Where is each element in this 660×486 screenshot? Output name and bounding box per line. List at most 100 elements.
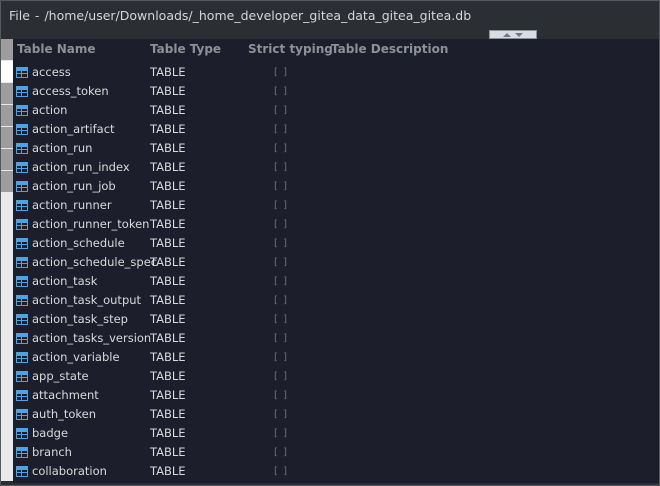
- table-row[interactable]: collaboration TABLE [ ]: [13, 462, 659, 481]
- strict-typing-checkbox[interactable]: [ ]: [274, 101, 288, 120]
- table-type-cell: TABLE: [150, 217, 186, 231]
- table-icon: [16, 124, 28, 135]
- table-row[interactable]: access TABLE [ ]: [13, 63, 659, 82]
- table-icon: [16, 314, 28, 325]
- table-name-cell: action_task_output: [32, 293, 142, 307]
- strict-typing-checkbox[interactable]: [ ]: [274, 234, 288, 253]
- table-type-cell: TABLE: [150, 255, 186, 269]
- table-type-cell: TABLE: [150, 445, 186, 459]
- table-row[interactable]: action_runner TABLE [ ]: [13, 196, 659, 215]
- table-icon: [16, 466, 28, 477]
- table-row[interactable]: app_state TABLE [ ]: [13, 367, 659, 386]
- strict-typing-checkbox[interactable]: [ ]: [274, 443, 288, 462]
- table-header: Table Name Table Type Strict typing Tabl…: [13, 39, 659, 59]
- table-icon: [16, 200, 28, 211]
- table-type-cell: TABLE: [150, 274, 186, 288]
- panel-splitter[interactable]: [489, 30, 537, 39]
- strict-typing-checkbox[interactable]: [ ]: [274, 215, 288, 234]
- column-header-table-name[interactable]: Table Name: [17, 39, 96, 59]
- strict-typing-checkbox[interactable]: [ ]: [274, 424, 288, 443]
- table-icon: [16, 409, 28, 420]
- table-list: access TABLE [ ] access_token TABLE [ ] acti…: [13, 63, 659, 481]
- strict-typing-checkbox[interactable]: [ ]: [274, 348, 288, 367]
- table-icon: [16, 238, 28, 249]
- arrow-up-icon[interactable]: [503, 32, 511, 37]
- table-name-cell: badge: [32, 426, 69, 440]
- side-row-marker: [1, 149, 13, 171]
- strict-typing-checkbox[interactable]: [ ]: [274, 291, 288, 310]
- side-row-marker: [1, 127, 13, 149]
- table-name-cell: auth_token: [32, 407, 97, 421]
- table-row[interactable]: action_task_output TABLE [ ]: [13, 291, 659, 310]
- table-icon: [16, 105, 28, 116]
- column-header-strict-typing[interactable]: Strict typing: [248, 39, 333, 59]
- side-row-marker: [1, 61, 13, 83]
- table-name-cell: action_artifact: [32, 122, 115, 136]
- table-row[interactable]: action TABLE [ ]: [13, 101, 659, 120]
- table-icon: [16, 86, 28, 97]
- table-row[interactable]: action_variable TABLE [ ]: [13, 348, 659, 367]
- table-icon: [16, 371, 28, 382]
- table-icon: [16, 295, 28, 306]
- table-name-cell: app_state: [32, 369, 89, 383]
- strict-typing-checkbox[interactable]: [ ]: [274, 158, 288, 177]
- table-type-cell: TABLE: [150, 141, 186, 155]
- file-menu[interactable]: File: [9, 8, 30, 23]
- table-name-cell: access: [32, 65, 71, 79]
- strict-typing-checkbox[interactable]: [ ]: [274, 82, 288, 101]
- strict-typing-checkbox[interactable]: [ ]: [274, 253, 288, 272]
- table-row[interactable]: action_tasks_version TABLE [ ]: [13, 329, 659, 348]
- table-icon: [16, 276, 28, 287]
- strict-typing-checkbox[interactable]: [ ]: [274, 63, 288, 82]
- strict-typing-checkbox[interactable]: [ ]: [274, 405, 288, 424]
- left-side-panel: [1, 39, 13, 481]
- table-type-cell: TABLE: [150, 293, 186, 307]
- column-header-table-type[interactable]: Table Type: [150, 39, 221, 59]
- table-name-cell: action_run_job: [32, 179, 116, 193]
- table-type-cell: TABLE: [150, 179, 186, 193]
- table-row[interactable]: action_schedule_spec TABLE [ ]: [13, 253, 659, 272]
- table-type-cell: TABLE: [150, 464, 186, 478]
- table-row[interactable]: action_task TABLE [ ]: [13, 272, 659, 291]
- table-row[interactable]: action_run_job TABLE [ ]: [13, 177, 659, 196]
- table-name-cell: action_schedule_spec: [32, 255, 158, 269]
- strict-typing-checkbox[interactable]: [ ]: [274, 139, 288, 158]
- table-type-cell: TABLE: [150, 388, 186, 402]
- side-row-marker: [1, 171, 13, 193]
- title-separator: -: [34, 8, 40, 23]
- strict-typing-checkbox[interactable]: [ ]: [274, 367, 288, 386]
- strict-typing-checkbox[interactable]: [ ]: [274, 196, 288, 215]
- table-row[interactable]: auth_token TABLE [ ]: [13, 405, 659, 424]
- table-row[interactable]: action_schedule TABLE [ ]: [13, 234, 659, 253]
- strict-typing-checkbox[interactable]: [ ]: [274, 272, 288, 291]
- table-row[interactable]: action_task_step TABLE [ ]: [13, 310, 659, 329]
- table-type-cell: TABLE: [150, 407, 186, 421]
- table-type-cell: TABLE: [150, 160, 186, 174]
- strict-typing-checkbox[interactable]: [ ]: [274, 386, 288, 405]
- table-name-cell: action_runner: [32, 198, 112, 212]
- table-row[interactable]: badge TABLE [ ]: [13, 424, 659, 443]
- table-row[interactable]: action_run_index TABLE [ ]: [13, 158, 659, 177]
- table-row[interactable]: action_artifact TABLE [ ]: [13, 120, 659, 139]
- table-row[interactable]: action_runner_token TABLE [ ]: [13, 215, 659, 234]
- title-bar: File -/home/user/Downloads/_home_develope…: [1, 1, 659, 31]
- table-row[interactable]: access_token TABLE [ ]: [13, 82, 659, 101]
- table-row[interactable]: attachment TABLE [ ]: [13, 386, 659, 405]
- arrow-down-icon[interactable]: [515, 32, 523, 37]
- table-row[interactable]: branch TABLE [ ]: [13, 443, 659, 462]
- strict-typing-checkbox[interactable]: [ ]: [274, 462, 288, 481]
- strict-typing-checkbox[interactable]: [ ]: [274, 329, 288, 348]
- table-type-cell: TABLE: [150, 103, 186, 117]
- app-window: File -/home/user/Downloads/_home_develope…: [0, 0, 660, 486]
- table-name-cell: action_task_step: [32, 312, 128, 326]
- table-type-cell: TABLE: [150, 65, 186, 79]
- table-type-cell: TABLE: [150, 426, 186, 440]
- strict-typing-checkbox[interactable]: [ ]: [274, 310, 288, 329]
- table-icon: [16, 181, 28, 192]
- table-icon: [16, 333, 28, 344]
- table-name-cell: access_token: [32, 84, 109, 98]
- table-row[interactable]: action_run TABLE [ ]: [13, 139, 659, 158]
- strict-typing-checkbox[interactable]: [ ]: [274, 177, 288, 196]
- column-header-table-description[interactable]: Table Description: [331, 39, 448, 59]
- strict-typing-checkbox[interactable]: [ ]: [274, 120, 288, 139]
